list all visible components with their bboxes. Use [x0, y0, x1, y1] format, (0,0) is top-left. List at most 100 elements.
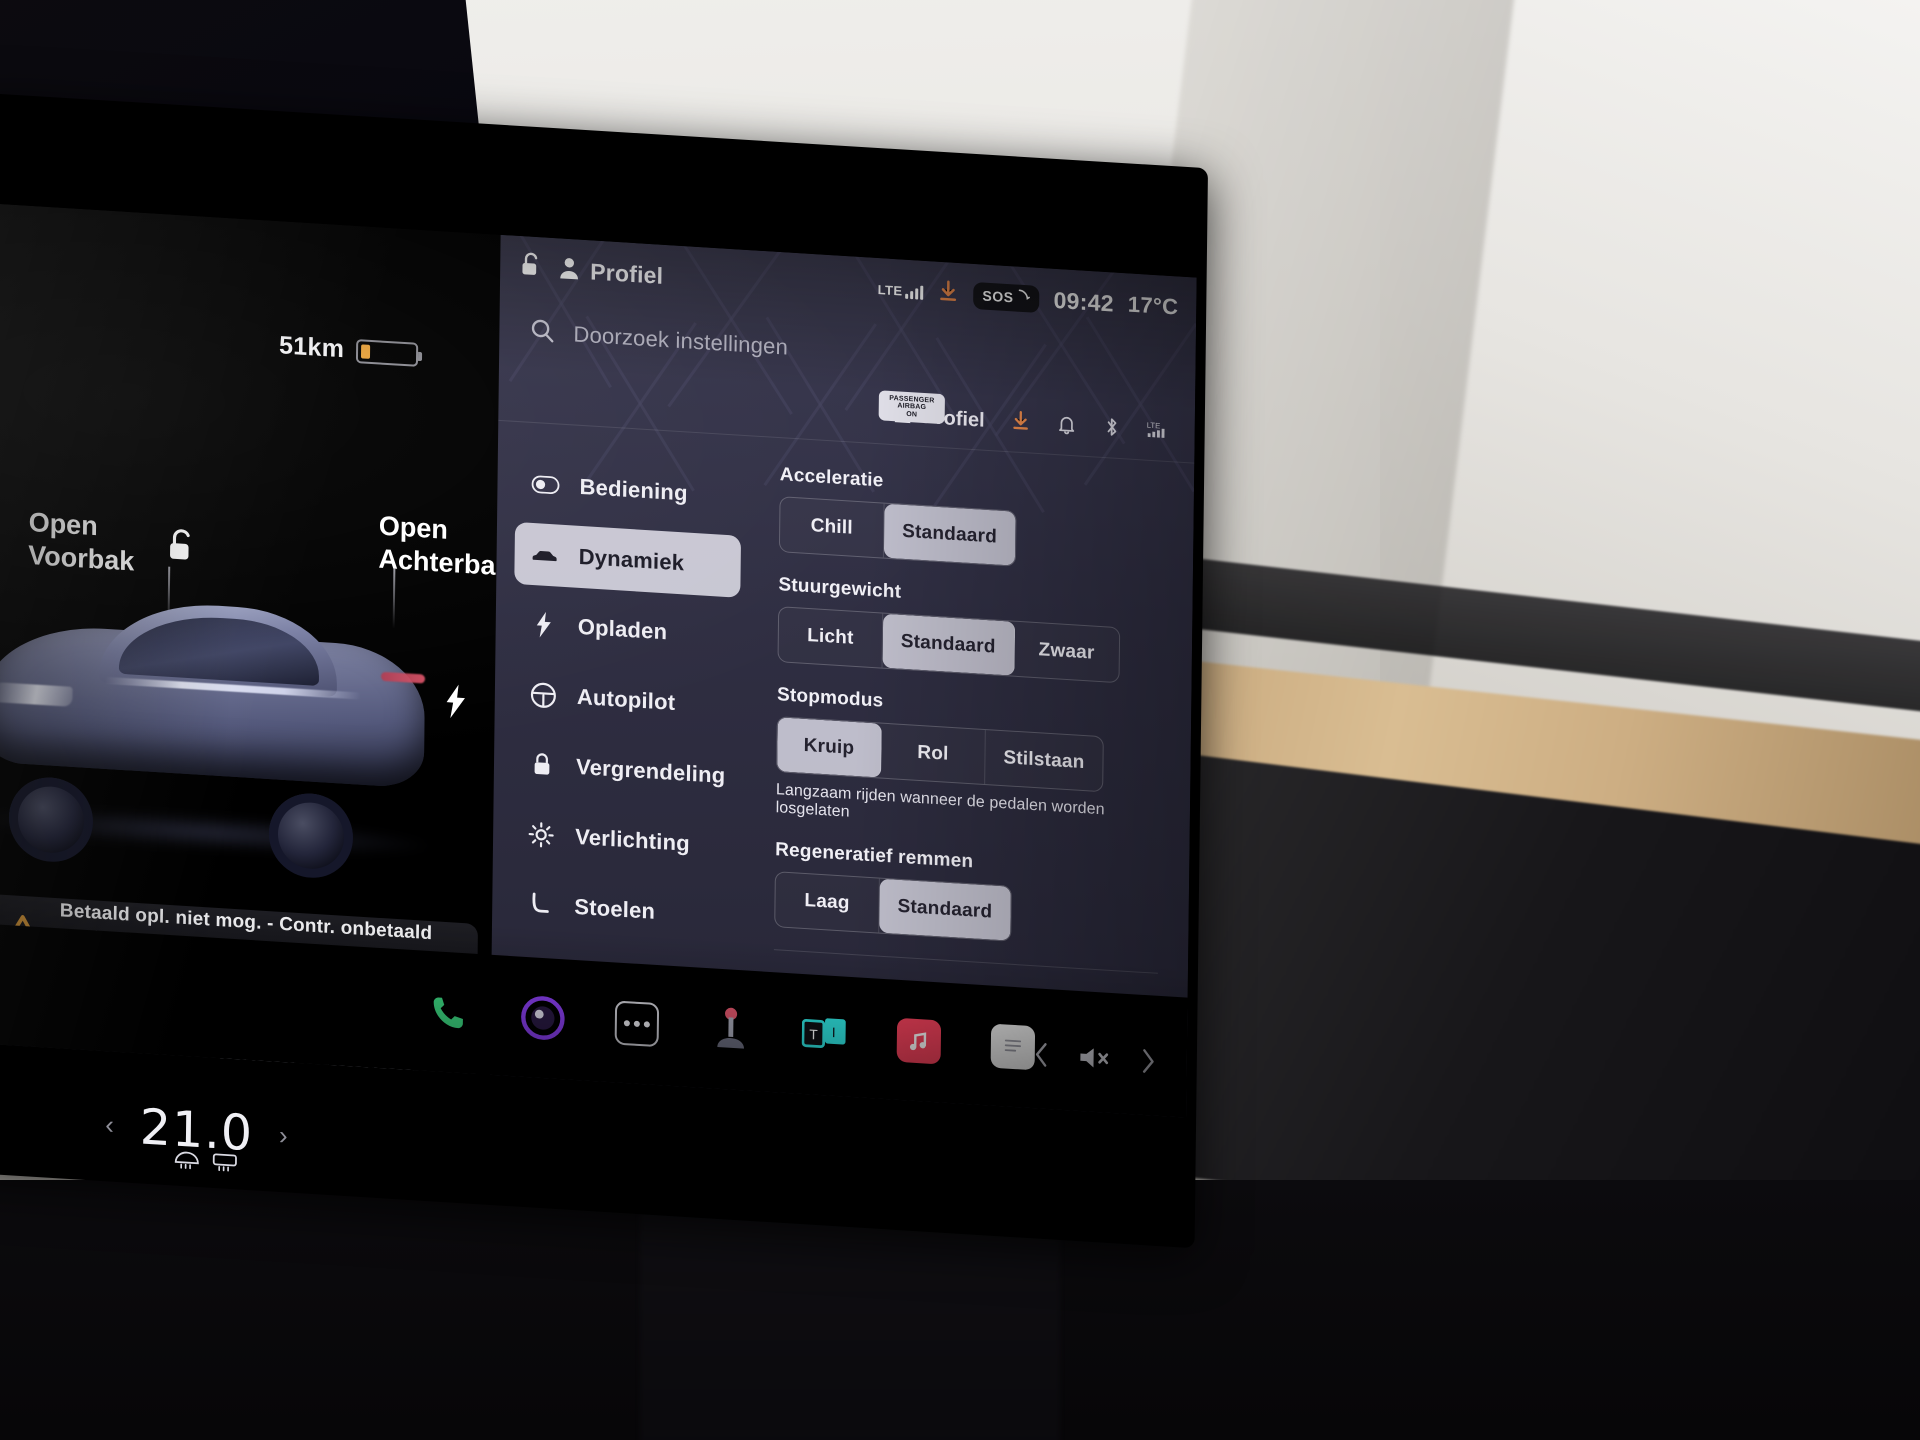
unlock-icon[interactable] [164, 526, 199, 571]
sos-label: SOS [982, 287, 1014, 306]
search-icon [529, 316, 555, 349]
passenger-airbag-indicator: PASSENGER AIRBAG ON [878, 390, 945, 425]
person-icon [558, 255, 580, 285]
dock-media-controls [1033, 1039, 1157, 1082]
unlock-icon[interactable] [518, 249, 544, 286]
sidebar-label: Veiligheid [572, 1104, 677, 1118]
stopping-option-rol[interactable]: Rol [881, 723, 986, 785]
download-arrow-icon[interactable] [1011, 409, 1031, 437]
frunk-label-line2: Voorbak [28, 539, 135, 577]
svg-text:LTE: LTE [1147, 421, 1161, 431]
defrost-front-icon[interactable] [173, 1148, 201, 1175]
sidebar-item-dynamiek[interactable]: Dynamiek [514, 521, 742, 598]
sidebar-label: Dynamiek [578, 543, 685, 576]
acceleration-option-chill[interactable]: Chill [779, 497, 885, 558]
car-icon [530, 540, 558, 570]
chevron-left-icon[interactable]: ‹ [105, 1109, 114, 1141]
sidebar-item-vergrendeling[interactable]: Vergrendeling [512, 732, 739, 808]
sos-button[interactable]: SOS [973, 281, 1040, 313]
bluetooth-icon[interactable] [1103, 415, 1121, 442]
defrost-rear-icon[interactable] [211, 1151, 239, 1178]
regen-option-standaard[interactable]: Standaard [879, 878, 1011, 941]
car-headlight [0, 681, 73, 707]
screenshot-root: 51km Open Voorbak Open Achterbak Betaald… [0, 0, 1920, 1440]
airbag-line3: ON [906, 410, 918, 419]
steering-group: Stuurgewicht Licht Standaard Zwaar [777, 574, 1163, 686]
touchscreen: 51km Open Voorbak Open Achterbak Betaald… [0, 92, 1208, 1249]
bell-icon[interactable] [1057, 413, 1077, 440]
sun-icon [527, 820, 555, 850]
trunk-label-line2: Achterbak [378, 543, 501, 582]
battery-fill [361, 343, 371, 359]
defrost-controls [173, 1148, 239, 1177]
toggle-switch-icon [531, 470, 560, 500]
download-arrow-icon[interactable] [937, 278, 959, 308]
profile-label: Profiel [590, 257, 664, 289]
regen-option-laag[interactable]: Laag [775, 872, 880, 933]
sidebar-item-autopilot[interactable]: Autopilot [513, 662, 740, 738]
frunk-label[interactable]: Open Voorbak [28, 506, 135, 578]
sidebar-item-stoelen[interactable]: Stoelen [510, 872, 737, 948]
svg-text:T: T [809, 1026, 818, 1043]
arcade-icon[interactable] [705, 1002, 758, 1057]
regen-group: Regeneratief remmen Laag Standaard [774, 839, 1159, 951]
stopping-help-text: Langzaam rijden wanneer de pedalen worde… [775, 781, 1105, 821]
exclamation-circle-icon [523, 1100, 551, 1118]
more-icon[interactable] [611, 996, 664, 1051]
chevron-right-icon[interactable]: › [279, 1120, 288, 1152]
range-indicator: 51km [279, 331, 419, 369]
lte-label: LTE [877, 281, 903, 299]
acceleration-option-standaard[interactable]: Standaard [883, 503, 1016, 566]
screen-bezel: 51km Open Voorbak Open Achterbak Betaald… [0, 92, 1208, 1249]
range-value: 51km [278, 331, 345, 364]
sidebar-label: Opladen [577, 613, 668, 645]
status-bar-spacer [677, 277, 863, 288]
volume-mute-icon[interactable] [1077, 1042, 1113, 1079]
steering-option-standaard[interactable]: Standaard [882, 613, 1015, 676]
sidebar-label: Stoelen [574, 893, 656, 924]
stopping-segmented-control[interactable]: Kruip Rol Stilstaan [776, 716, 1104, 793]
lte-signal-indicator: LTE [878, 282, 924, 300]
phone-handset-icon [1017, 288, 1031, 308]
chevron-left-icon[interactable] [1033, 1041, 1051, 1073]
svg-text:I: I [832, 1024, 836, 1040]
screen-surface: 51km Open Voorbak Open Achterbak Betaald… [0, 202, 1197, 1118]
chevron-right-icon[interactable] [1139, 1048, 1157, 1080]
car-wheel-front [8, 775, 94, 865]
dashcam-icon[interactable] [517, 990, 570, 1045]
battery-icon [356, 338, 419, 367]
phone-icon[interactable] [423, 985, 476, 1040]
stopping-option-kruip[interactable]: Kruip [777, 717, 882, 778]
acceleration-group: Acceleratie Chill Standaard [778, 464, 1164, 576]
music-icon[interactable] [893, 1014, 946, 1069]
sidebar-item-bediening[interactable]: Bediening [515, 452, 742, 528]
clock: 09:42 [1053, 286, 1115, 317]
steering-wheel-icon [529, 680, 557, 710]
lock-icon [528, 750, 556, 780]
sidebar-label: Autopilot [576, 683, 676, 715]
toybox-icon[interactable]: TI [799, 1008, 852, 1063]
bolt-icon [530, 610, 558, 640]
trunk-label[interactable]: Open Achterbak [378, 510, 500, 584]
sidebar-label: Verlichting [575, 823, 690, 856]
profile-button[interactable]: Profiel [558, 255, 663, 290]
stopping-group: Stopmodus Kruip Rol Stilstaan Langzaam r… [776, 684, 1162, 841]
stopping-option-stilstaan[interactable]: Stilstaan [985, 730, 1103, 791]
outside-temperature: 17°C [1127, 291, 1179, 320]
steering-option-zwaar[interactable]: Zwaar [1014, 622, 1119, 682]
sidebar-item-opladen[interactable]: Opladen [513, 592, 740, 668]
regen-segmented-control[interactable]: Laag Standaard [774, 871, 1012, 942]
seat-icon [526, 890, 554, 920]
notes-icon[interactable] [987, 1019, 1040, 1074]
sidebar-item-verlichting[interactable]: Verlichting [511, 802, 738, 878]
signal-bars-icon [905, 284, 924, 300]
settings-divider [773, 949, 1158, 974]
lte-icon[interactable]: LTE [1147, 419, 1169, 445]
car-wheel-rear [268, 791, 354, 881]
sidebar-label: Vergrendeling [575, 753, 726, 789]
steering-option-licht[interactable]: Licht [778, 607, 884, 668]
sidebar-label: Bediening [579, 473, 688, 506]
steering-segmented-control[interactable]: Licht Standaard Zwaar [777, 606, 1120, 684]
acceleration-segmented-control[interactable]: Chill Standaard [778, 496, 1017, 567]
car-illustration[interactable] [0, 571, 470, 893]
